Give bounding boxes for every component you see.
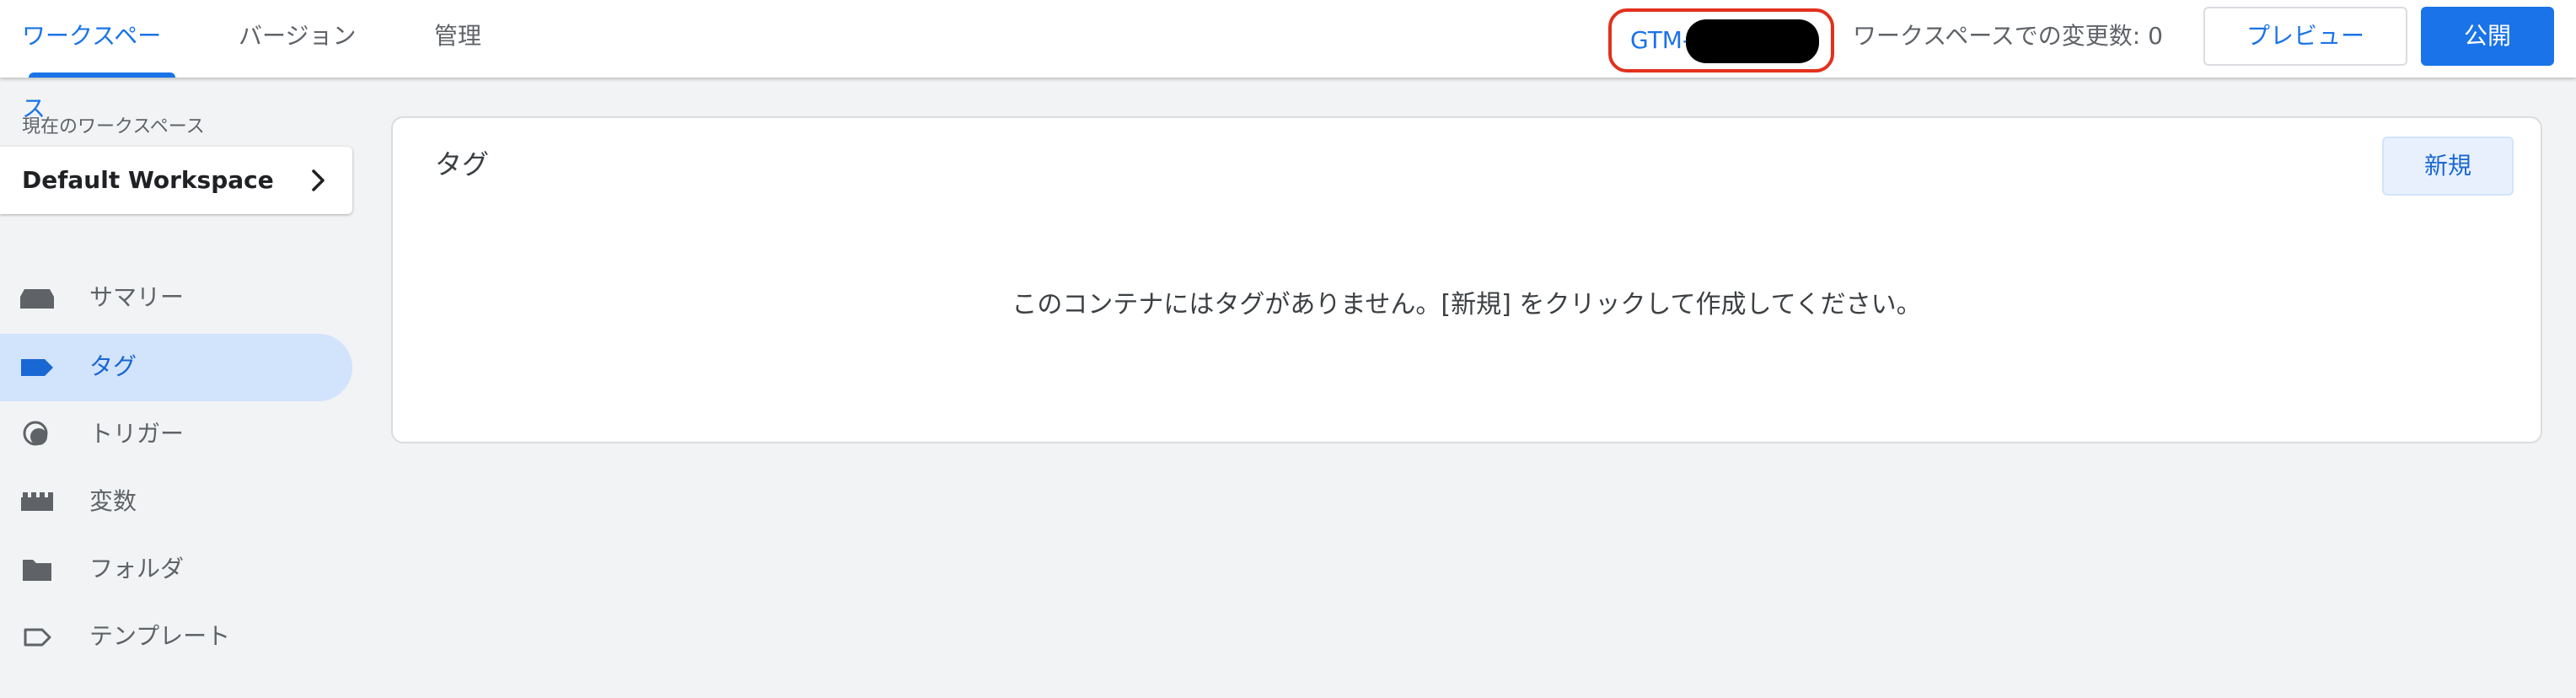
publish-button[interactable]: 公開 (2421, 7, 2554, 66)
sidebar-item-label: フォルダ (89, 555, 185, 583)
preview-button[interactable]: プレビュー (2203, 7, 2407, 66)
sidebar-item-variables[interactable]: 変数 (0, 469, 352, 536)
tab-versions-label: バージョン (239, 22, 357, 50)
current-workspace-caption: 現在のワークスペース (22, 116, 205, 137)
tab-versions[interactable]: バージョン (239, 0, 365, 78)
tab-workspace[interactable]: ワークスペース (22, 0, 175, 122)
tab-admin-label: 管理 (434, 22, 482, 50)
sidebar-item-summary[interactable]: サマリー (0, 265, 352, 332)
sidebar-item-label: サマリー (89, 283, 185, 311)
sidebar: 現在のワークスペース Default Workspace サマリー タグ トリガ… (0, 78, 362, 698)
redacted-container-id (1686, 19, 1819, 63)
new-tag-button[interactable]: 新規 (2382, 137, 2514, 196)
sidebar-item-tags[interactable]: タグ (0, 334, 352, 401)
empty-state-message: このコンテナにはタグがありません。[新規] をクリックして作成してください。 (1012, 290, 1922, 319)
sidebar-item-label: テンプレート (89, 622, 231, 650)
card-title: タグ (435, 148, 490, 180)
top-bar: ワークスペース バージョン 管理 GTM- ワークスペースでの変更数: 0 プレ… (0, 0, 2576, 122)
folder-icon (23, 560, 51, 581)
workspace-selector[interactable]: Default Workspace (0, 147, 352, 214)
tags-card: タグ 新規 このコンテナにはタグがありません。[新規] をクリックして作成してく… (391, 116, 2542, 443)
trigger-icon (23, 421, 48, 446)
tag-icon (21, 359, 53, 376)
sidebar-item-label: タグ (89, 352, 137, 380)
workspace-name: Default Workspace (22, 166, 274, 194)
variables-icon (21, 492, 53, 511)
sidebar-item-label: 変数 (89, 487, 137, 515)
inbox-icon (20, 289, 54, 309)
container-id-prefix: GTM- (1630, 26, 1692, 54)
container-id-link[interactable]: GTM- (1608, 8, 1834, 72)
chevron-right-icon (312, 169, 325, 191)
sidebar-item-label: トリガー (89, 420, 185, 448)
workspace-changes-count: ワークスペースでの変更数: 0 (1853, 22, 2163, 50)
tab-admin[interactable]: 管理 (434, 0, 510, 78)
active-tab-indicator (29, 72, 175, 78)
sidebar-item-folders[interactable]: フォルダ (0, 536, 352, 604)
sidebar-item-triggers[interactable]: トリガー (0, 401, 352, 469)
sidebar-item-templates[interactable]: テンプレート (0, 604, 352, 671)
template-icon (24, 628, 51, 647)
